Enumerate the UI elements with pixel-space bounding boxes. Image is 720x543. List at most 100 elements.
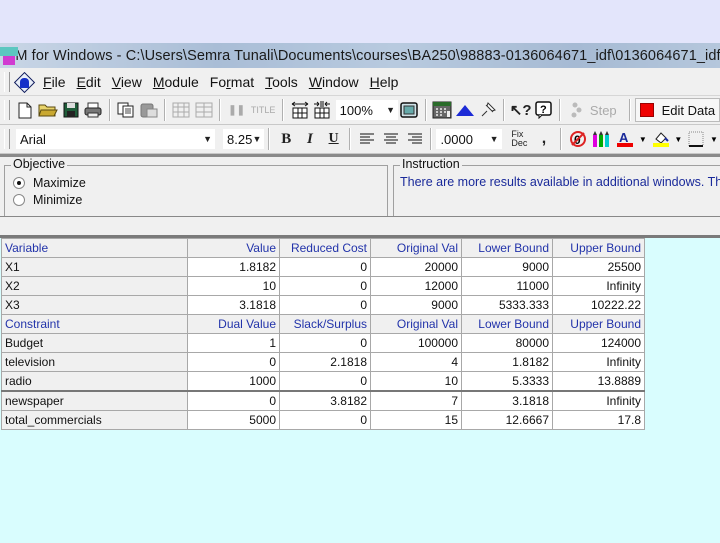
zero-format-icon[interactable]: 0 bbox=[567, 128, 589, 150]
table-cell[interactable]: Infinity bbox=[552, 390, 645, 411]
help-icon[interactable]: ? bbox=[534, 99, 555, 121]
menu-module[interactable]: Module bbox=[148, 74, 205, 90]
table-cell[interactable]: 3.8182 bbox=[279, 390, 371, 411]
widen-columns-icon[interactable] bbox=[289, 99, 310, 121]
chevron-down-icon[interactable]: ▼ bbox=[490, 134, 499, 144]
table-cell[interactable]: 0 bbox=[279, 371, 371, 392]
italic-button[interactable]: I bbox=[299, 128, 321, 150]
column-header[interactable]: Value bbox=[187, 238, 280, 258]
row-label[interactable]: radio bbox=[1, 371, 188, 392]
menu-edit[interactable]: Edit bbox=[72, 74, 107, 90]
table-cell[interactable]: 4 bbox=[370, 352, 462, 372]
font-size-combo[interactable]: 8.25 ▼ bbox=[223, 129, 265, 149]
table-cell[interactable]: 12000 bbox=[370, 276, 462, 296]
column-header[interactable]: Constraint bbox=[1, 314, 188, 334]
print-icon[interactable] bbox=[83, 99, 104, 121]
menu-tools[interactable]: Tools bbox=[260, 74, 304, 90]
align-left-icon[interactable] bbox=[356, 128, 378, 150]
table-cell[interactable]: 9000 bbox=[370, 295, 462, 315]
row-label[interactable]: X3 bbox=[1, 295, 188, 315]
column-header[interactable]: Upper Bound bbox=[552, 314, 645, 334]
table-cell[interactable]: 0 bbox=[279, 257, 371, 277]
minimize-option[interactable]: Minimize bbox=[13, 193, 82, 207]
narrow-columns-icon[interactable] bbox=[312, 99, 333, 121]
table-cell[interactable]: 10222.22 bbox=[552, 295, 645, 315]
chevron-down-icon[interactable]: ▼ bbox=[253, 134, 262, 144]
row-label[interactable]: total_commercials bbox=[1, 410, 188, 430]
calculator-icon[interactable] bbox=[432, 99, 453, 121]
underline-button[interactable]: U bbox=[323, 128, 345, 150]
paste-icon[interactable] bbox=[138, 99, 159, 121]
table-cell[interactable]: 9000 bbox=[461, 257, 553, 277]
row-label[interactable]: X1 bbox=[1, 257, 188, 277]
table-cell[interactable]: 1.8182 bbox=[461, 352, 553, 372]
table-cell[interactable]: 0 bbox=[279, 410, 371, 430]
font-color-icon[interactable]: A bbox=[614, 128, 636, 150]
distribution-icon[interactable] bbox=[454, 99, 475, 121]
borders-icon[interactable] bbox=[685, 128, 707, 150]
insert-row-icon[interactable] bbox=[171, 99, 192, 121]
table-cell[interactable]: 11000 bbox=[461, 276, 553, 296]
table-cell[interactable]: 5000 bbox=[187, 410, 280, 430]
menu-format[interactable]: Format bbox=[205, 74, 260, 90]
font-name-combo[interactable]: Arial ▼ bbox=[15, 129, 216, 149]
table-cell[interactable]: 0 bbox=[187, 352, 280, 372]
pushpin-icon[interactable] bbox=[477, 99, 498, 121]
table-cell[interactable]: 1.8182 bbox=[187, 257, 280, 277]
toolbar-grip[interactable] bbox=[4, 100, 10, 120]
table-cell[interactable]: 0 bbox=[279, 276, 371, 296]
table-cell[interactable]: Infinity bbox=[552, 352, 645, 372]
table-cell[interactable]: 1000 bbox=[187, 371, 280, 392]
table-cell[interactable]: 3.1818 bbox=[187, 295, 280, 315]
menu-window[interactable]: Window bbox=[304, 74, 365, 90]
table-cell[interactable]: 5333.333 bbox=[461, 295, 553, 315]
fix-decimal-button[interactable]: Fix Dec bbox=[508, 128, 532, 150]
table-cell[interactable]: 0 bbox=[187, 390, 280, 411]
zoom-combo[interactable]: 100% ▼ bbox=[335, 100, 399, 120]
fill-color-icon[interactable] bbox=[650, 128, 672, 150]
minimize-radio[interactable] bbox=[13, 194, 25, 206]
row-label[interactable]: X2 bbox=[1, 276, 188, 296]
step-button[interactable]: Step bbox=[590, 103, 617, 118]
column-header[interactable]: Upper Bound bbox=[552, 238, 645, 258]
table-cell[interactable]: 10 bbox=[187, 276, 280, 296]
row-label[interactable]: television bbox=[1, 352, 188, 372]
bold-button[interactable]: B bbox=[275, 128, 297, 150]
table-cell[interactable]: 0 bbox=[279, 333, 371, 353]
quote-icon[interactable]: ❚❚ bbox=[226, 99, 247, 121]
column-header[interactable]: Reduced Cost bbox=[279, 238, 371, 258]
table-cell[interactable]: 7 bbox=[370, 390, 462, 411]
table-cell[interactable]: 124000 bbox=[552, 333, 645, 353]
toolbar-grip[interactable] bbox=[4, 129, 10, 149]
table-cell[interactable]: 20000 bbox=[370, 257, 462, 277]
table-cell[interactable]: 10 bbox=[370, 371, 462, 392]
system-menu-icon[interactable] bbox=[13, 71, 36, 93]
menu-help[interactable]: Help bbox=[365, 74, 405, 90]
copy-icon[interactable] bbox=[116, 99, 137, 121]
maximize-radio[interactable] bbox=[13, 177, 25, 189]
table-cell[interactable]: 17.8 bbox=[552, 410, 645, 430]
column-header[interactable]: Original Val bbox=[370, 238, 462, 258]
table-cell[interactable]: 13.8889 bbox=[552, 371, 645, 392]
colors-icon[interactable] bbox=[590, 128, 612, 150]
toolbar-grip[interactable] bbox=[4, 71, 10, 92]
column-header[interactable]: Dual Value bbox=[187, 314, 280, 334]
chevron-down-icon[interactable]: ▼ bbox=[386, 105, 395, 115]
align-center-icon[interactable] bbox=[380, 128, 402, 150]
table-cell[interactable]: 100000 bbox=[370, 333, 462, 353]
delete-row-icon[interactable] bbox=[194, 99, 215, 121]
table-cell[interactable]: 0 bbox=[279, 295, 371, 315]
column-header[interactable]: Original Val bbox=[370, 314, 462, 334]
table-cell[interactable]: 80000 bbox=[461, 333, 553, 353]
number-format-combo[interactable]: .0000 ▼ bbox=[436, 129, 502, 149]
align-right-icon[interactable] bbox=[404, 128, 426, 150]
table-cell[interactable]: 25500 bbox=[552, 257, 645, 277]
window-view-icon[interactable] bbox=[399, 99, 420, 121]
chevron-down-icon[interactable]: ▼ bbox=[203, 134, 212, 144]
edit-data-button[interactable]: Edit Data bbox=[634, 98, 720, 122]
chevron-down-icon[interactable]: ▼ bbox=[710, 135, 718, 144]
table-cell[interactable]: 1 bbox=[187, 333, 280, 353]
save-icon[interactable] bbox=[60, 99, 81, 121]
chevron-down-icon[interactable]: ▼ bbox=[674, 135, 682, 144]
row-label[interactable]: Budget bbox=[1, 333, 188, 353]
